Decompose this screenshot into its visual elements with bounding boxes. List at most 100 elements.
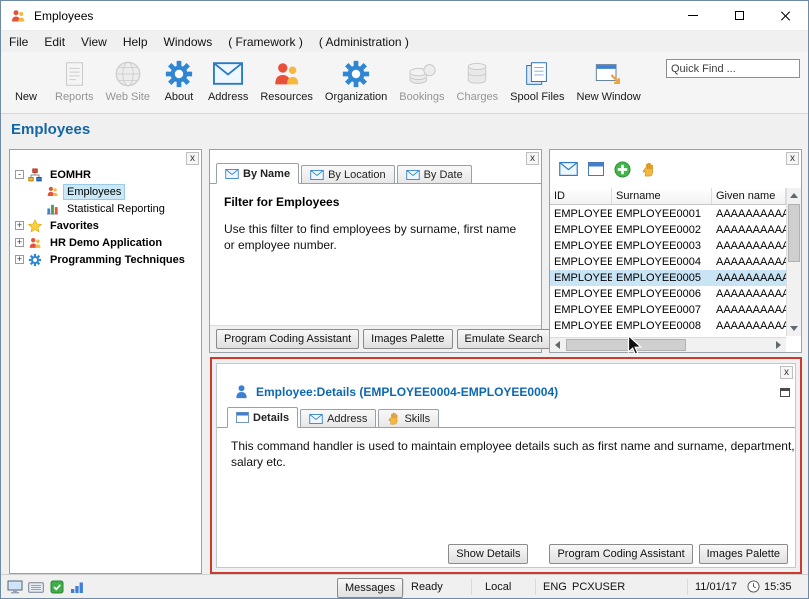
tree-item-eomhr[interactable]: - EOMHR: [10, 166, 201, 183]
menu-framework[interactable]: ( Framework ): [220, 33, 311, 51]
tree-item-favorites[interactable]: + Favorites: [10, 217, 201, 234]
table-row[interactable]: EMPLOYEE... EMPLOYEE0001 AAAAAAAAAAA: [550, 206, 786, 222]
menu-edit[interactable]: Edit: [36, 33, 73, 51]
app-window: Employees File Edit View Help Windows ( …: [0, 0, 809, 599]
tab-by-date[interactable]: By Date: [396, 165, 472, 184]
add-employee-icon[interactable]: [614, 160, 631, 178]
scroll-down-button[interactable]: [787, 321, 801, 336]
toolbar-about-button[interactable]: About: [156, 56, 202, 104]
tree-item-statistical-reporting[interactable]: Statistical Reporting: [10, 200, 201, 217]
messages-button[interactable]: Messages: [337, 578, 404, 598]
toolbar-label: Organization: [324, 91, 388, 103]
horizontal-scrollbar[interactable]: [550, 337, 786, 352]
tree-item-hr-demo-application[interactable]: + HR Demo Application: [10, 234, 201, 251]
sort-bars-icon[interactable]: [70, 580, 84, 594]
table-row[interactable]: EMPLOYEE... EMPLOYEE0004 AAAAAAAAAAA: [550, 254, 786, 270]
tab-details[interactable]: Details: [227, 407, 299, 428]
scroll-up-button[interactable]: [787, 188, 801, 203]
globe-icon: [113, 57, 143, 90]
table-row[interactable]: EMPLOYEE... EMPLOYEE0006 AAAAAAAAAAA: [550, 286, 786, 302]
skills-hand-icon[interactable]: [641, 162, 656, 177]
scroll-right-button[interactable]: [771, 338, 786, 352]
toolbar-new-window-button[interactable]: New Window: [571, 56, 647, 104]
expand-icon[interactable]: +: [15, 221, 24, 230]
details-program-coding-assistant-button[interactable]: Program Coding Assistant: [549, 544, 693, 564]
close-icon[interactable]: x: [186, 152, 199, 165]
skills-hand-icon: [388, 412, 398, 425]
vertical-scrollbar[interactable]: [786, 188, 801, 336]
status-bar: Messages Ready Local ENG PCXUSER 11/01/1…: [1, 574, 808, 598]
cell-surname: EMPLOYEE0001: [616, 208, 701, 220]
table-row[interactable]: EMPLOYEE... EMPLOYEE0007 AAAAAAAAAAA: [550, 302, 786, 318]
toolbar-charges-button: Charges: [451, 56, 505, 104]
table-row[interactable]: EMPLOYEE... EMPLOYEE0008 AAAAAAAAAAA: [550, 318, 786, 334]
toolbar-new-button[interactable]: New: [3, 56, 49, 104]
keyboard-icon[interactable]: [28, 582, 44, 593]
table-row-selected[interactable]: EMPLOYEE... EMPLOYEE0005 AAAAAAAAAAA: [550, 270, 786, 286]
menu-help[interactable]: Help: [115, 33, 156, 51]
vertical-scroll-thumb[interactable]: [788, 204, 800, 262]
status-check-icon[interactable]: [50, 580, 64, 594]
close-icon[interactable]: x: [786, 152, 799, 165]
close-icon[interactable]: x: [780, 366, 793, 379]
menu-administration[interactable]: ( Administration ): [311, 33, 417, 51]
envelope-icon: [309, 413, 323, 424]
close-button[interactable]: [762, 1, 808, 30]
tab-address[interactable]: Address: [300, 409, 377, 428]
toolbar-label: Resources: [260, 91, 313, 103]
toolbar-address-button[interactable]: Address: [202, 56, 254, 104]
new-window-icon: [593, 57, 624, 90]
menu-file[interactable]: File: [1, 33, 36, 51]
column-header-surname[interactable]: Surname: [612, 188, 712, 204]
program-coding-assistant-button[interactable]: Program Coding Assistant: [216, 329, 360, 349]
filter-tabs: By Name By Location By Date: [216, 163, 474, 184]
restore-window-icon[interactable]: [780, 388, 790, 397]
column-header-id[interactable]: ID: [550, 188, 612, 204]
quick-find-input[interactable]: [666, 59, 800, 78]
table-row[interactable]: EMPLOYEE... EMPLOYEE0003 AAAAAAAAAAA: [550, 238, 786, 254]
tab-by-name[interactable]: By Name: [216, 163, 300, 184]
bar-chart-icon: [46, 204, 59, 215]
tab-label: By Name: [243, 167, 291, 180]
tree-item-employees[interactable]: Employees: [10, 183, 201, 200]
scroll-left-button[interactable]: [550, 338, 565, 352]
minimize-button[interactable]: [670, 1, 716, 30]
details-title: Employee:Details (EMPLOYEE0004-EMPLOYEE0…: [256, 384, 559, 399]
window-icon[interactable]: [588, 162, 604, 176]
column-header-given-name[interactable]: Given name: [712, 188, 786, 204]
toolbar-label: Web Site: [105, 91, 150, 103]
close-icon[interactable]: x: [526, 152, 539, 165]
cell-given-name: AAAAAAAAAAA: [716, 320, 786, 332]
expand-icon[interactable]: +: [15, 238, 24, 247]
emulate-search-button[interactable]: Emulate Search: [456, 329, 551, 349]
menu-windows[interactable]: Windows: [156, 33, 221, 51]
cell-surname: EMPLOYEE0007: [616, 304, 701, 316]
collapse-icon[interactable]: -: [15, 170, 24, 179]
tab-by-location[interactable]: By Location: [301, 165, 395, 184]
images-palette-button[interactable]: Images Palette: [363, 329, 453, 349]
tree-item-label: Statistical Reporting: [67, 202, 165, 215]
maximize-button[interactable]: [716, 1, 762, 30]
details-images-palette-button[interactable]: Images Palette: [698, 544, 788, 564]
app-icon: [12, 9, 25, 21]
monitor-icon[interactable]: [7, 580, 23, 594]
toolbar-label: About: [164, 91, 194, 103]
cell-given-name: AAAAAAAAAAA: [716, 240, 786, 252]
toolbar-label: Charges: [456, 91, 499, 103]
toolbar-spool-files-button[interactable]: Spool Files: [504, 56, 570, 104]
employees-icon: [47, 186, 58, 196]
toolbar-organization-button[interactable]: Organization: [319, 56, 393, 104]
table-row[interactable]: EMPLOYEE... EMPLOYEE0002 AAAAAAAAAAA: [550, 222, 786, 238]
tree-item-programming-techniques[interactable]: + Programming Techniques: [10, 251, 201, 268]
tree-item-label: EOMHR: [50, 168, 91, 181]
details-button-bar: Show Details Program Coding Assistant Im…: [448, 544, 788, 564]
toolbar-resources-button[interactable]: Resources: [254, 56, 319, 104]
show-details-button[interactable]: Show Details: [448, 544, 529, 564]
expand-icon[interactable]: +: [15, 255, 24, 264]
toolbar-label: Address: [207, 91, 249, 103]
mail-icon[interactable]: [559, 162, 578, 176]
tab-skills[interactable]: Skills: [378, 409, 440, 428]
toolbar-reports-button: Reports: [49, 56, 100, 104]
coins-icon: [407, 57, 437, 90]
menu-view[interactable]: View: [73, 33, 115, 51]
